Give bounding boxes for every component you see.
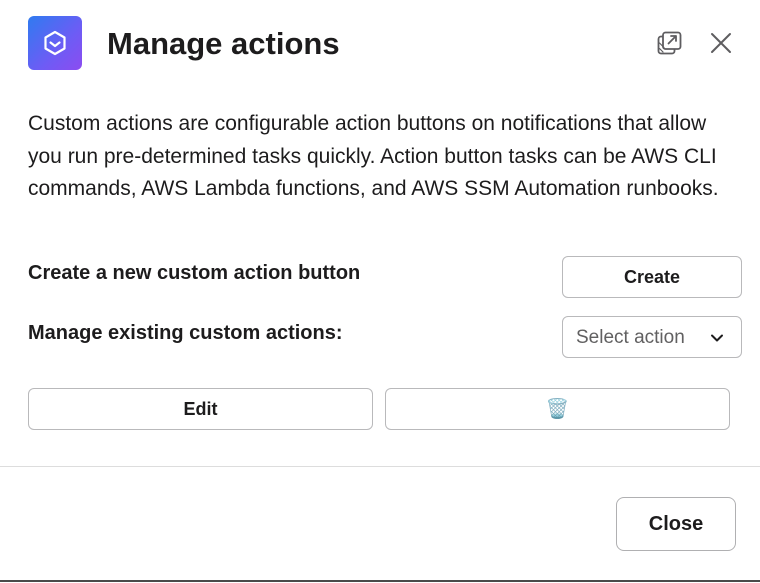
chatbot-logo-icon [44,30,66,56]
modal-description: Custom actions are configurable action b… [28,112,719,200]
chevron-down-icon [711,334,723,342]
close-icon [711,33,731,53]
edit-button[interactable]: Edit [28,388,373,430]
manage-actions-modal: Manage actions Custom actions are config… [0,0,760,582]
trash-icon: 🗑️ [545,399,570,420]
delete-button[interactable]: 🗑️ [385,388,730,430]
popout-button[interactable] [655,28,685,58]
close-button[interactable]: Close [616,497,736,551]
modal-title: Manage actions [107,26,340,61]
modal-header: Manage actions [28,16,734,72]
select-action-dropdown[interactable]: Select action [562,316,742,358]
popout-icon [657,31,682,55]
app-icon [28,16,82,70]
manage-row-label: Manage existing custom actions: [28,322,343,344]
close-modal-button[interactable] [706,28,736,58]
select-action-placeholder: Select action [576,327,685,348]
footer-divider [0,466,760,467]
create-row-label: Create a new custom action button [28,262,361,284]
create-button[interactable]: Create [562,256,742,298]
